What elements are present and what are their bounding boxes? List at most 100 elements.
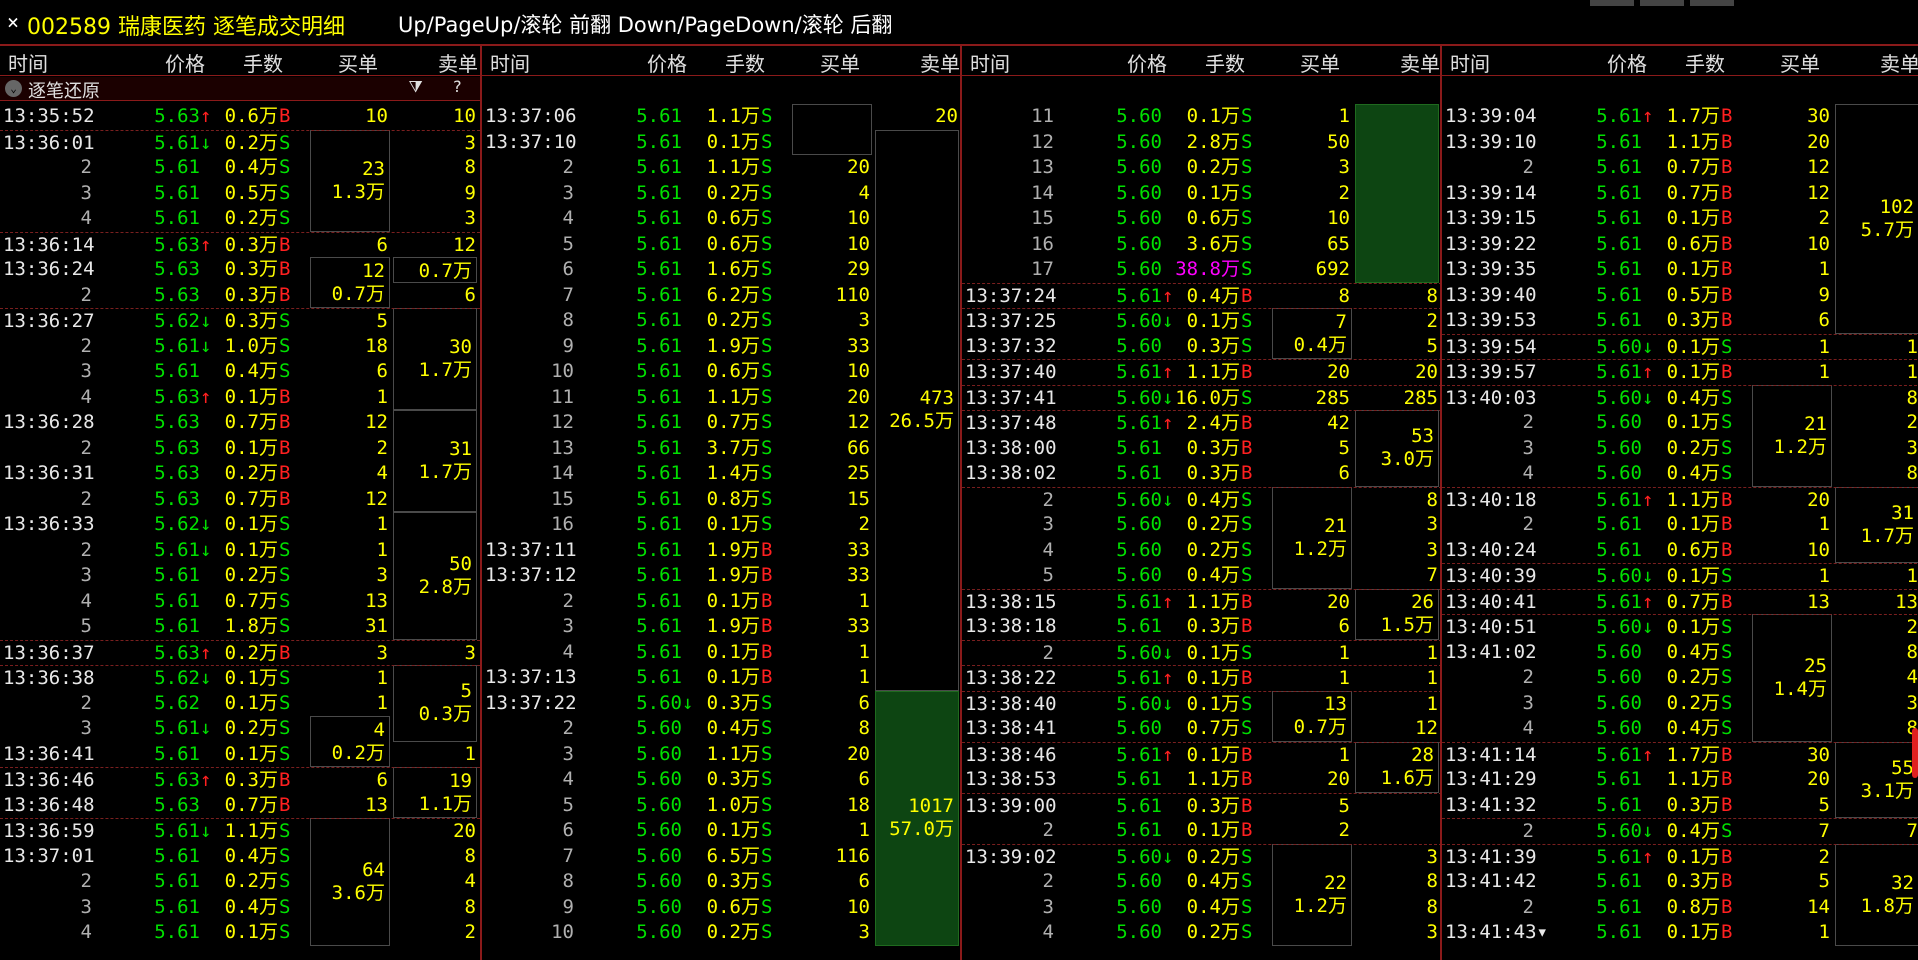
tick-row[interactable]: 13:36:38 5.62 ↓ 0.1万 S 1: [0, 665, 480, 691]
close-icon[interactable]: ×: [7, 10, 19, 34]
tick-row[interactable]: 13:37:06 5.61 1.1万 S 20: [482, 104, 962, 129]
tick-row[interactable]: 13:41:32 5.61 0.3万 B 5: [1442, 793, 1918, 818]
tick-column-3[interactable]: 时间 价格 手数 买单 卖单 7 0.4万 53 3.0万 21 1.2万 26 1.5万 13 0.7万 2…: [960, 46, 1442, 960]
tick-row[interactable]: 13:36:59 5.61 ↓ 1.1万 S 20: [0, 818, 480, 844]
tick-row[interactable]: 13:37:25 5.60 ↓ 0.1万 S 2: [962, 308, 1442, 334]
tick-row[interactable]: 11 5.61 1.1万 S 20: [482, 385, 962, 410]
tick-row[interactable]: 2 5.60 0.1万 S 2: [1442, 410, 1918, 435]
tick-row[interactable]: 2 5.60 ↓ 0.1万 S 1 1: [962, 639, 1442, 666]
tick-row[interactable]: 2 5.61 0.2万 S 4: [0, 869, 480, 894]
window-button-mid[interactable]: [1640, 0, 1684, 6]
tick-row[interactable]: 8 5.60 0.3万 S 6: [482, 869, 962, 894]
tick-row[interactable]: 2 5.60 ↓ 0.4万 S 7 7: [1442, 818, 1918, 844]
tick-row[interactable]: 13:36:24 5.63 0.3万 B: [0, 257, 480, 282]
tick-row[interactable]: 13:36:37 5.63 ↑ 0.2万 B 3 3: [0, 639, 480, 666]
tick-row[interactable]: 3 5.61 0.2万 S 3: [0, 563, 480, 588]
tick-row[interactable]: 13:36:46 5.63 ↑ 0.3万 B 6: [0, 767, 480, 793]
tick-row[interactable]: 16 5.60 3.6万 S 65: [962, 232, 1442, 257]
tick-row[interactable]: 13:37:11 5.61 1.9万 B 33: [482, 538, 962, 563]
tick-row[interactable]: 13:36:14 5.63 ↑ 0.3万 B 6 12: [0, 231, 480, 258]
tick-row[interactable]: 13:37:22 5.60 ↓ 0.3万 S 6: [482, 691, 962, 716]
filter-help-icons[interactable]: ⧩ ?: [408, 77, 472, 97]
tick-column-1[interactable]: 时间 价格 手数 买单 卖单 ⌄ 逐笔还原 ⧩ ? 23 1.3万 12 0.7万 0.7万 30 1.7万…: [0, 46, 480, 960]
tick-row[interactable]: 13:41:02 5.60 0.4万 S 8: [1442, 640, 1918, 665]
tick-row[interactable]: 13:41:39 5.61 ↑ 0.1万 B 2: [1442, 843, 1918, 870]
tick-row[interactable]: 13:37:48 5.61 ↑ 2.4万 B 42: [962, 410, 1442, 436]
tick-row[interactable]: 13:40:03 5.60 ↓ 0.4万 S 8: [1442, 384, 1918, 411]
tick-row[interactable]: 8 5.61 0.2万 S 3: [482, 308, 962, 333]
header-volume[interactable]: 手数: [1205, 48, 1245, 77]
header-price[interactable]: 价格: [1607, 48, 1647, 77]
tick-row[interactable]: 13:36:41 5.61 0.1万 S 1: [0, 742, 480, 767]
tick-row[interactable]: 4 5.61 0.7万 S 13: [0, 589, 480, 614]
tick-row[interactable]: 13:40:39 5.60 ↓ 0.1万 S 1 1: [1442, 563, 1918, 589]
tick-row[interactable]: 13:37:41 5.60 ↓ 16.0万 S 285 285: [962, 384, 1442, 411]
window-button-right[interactable]: [1690, 0, 1734, 6]
tick-row[interactable]: 13:41:43▾ 5.61 0.1万 B 1: [1442, 920, 1918, 945]
tick-row[interactable]: 7 5.61 6.2万 S 110: [482, 283, 962, 308]
tick-row[interactable]: 13:39:10 5.61 1.1万 B 20: [1442, 130, 1918, 155]
tick-row[interactable]: 2 5.61 0.7万 B 12: [1442, 155, 1918, 180]
tick-row[interactable]: 13:41:14 5.61 ↑ 1.7万 B 30: [1442, 741, 1918, 768]
tick-row[interactable]: 4 5.61 0.6万 S 10: [482, 206, 962, 231]
collapse-toggle-icon[interactable]: ⌄: [5, 80, 22, 97]
tick-row[interactable]: 13:39:53 5.61 0.3万 B 6: [1442, 308, 1918, 333]
tick-row[interactable]: 13:37:13 5.61 0.1万 B 1: [482, 665, 962, 690]
tick-row[interactable]: 45.600.4万S8: [1442, 461, 1918, 486]
tick-row[interactable]: 13:39:15 5.61 0.1万 B 2: [1442, 206, 1918, 231]
tick-row[interactable]: 12 5.61 0.7万 S 12: [482, 410, 962, 435]
tick-row[interactable]: 13:37:24 5.61 ↑ 0.4万 B 8 8: [962, 282, 1442, 309]
tick-row[interactable]: 16 5.61 0.1万 S 2: [482, 512, 962, 537]
tick-row[interactable]: 3 5.60 1.1万 S 20: [482, 742, 962, 767]
tick-row[interactable]: 2 5.60 0.2万 S 4: [1442, 665, 1918, 690]
tick-row[interactable]: 4 5.63 ↑ 0.1万 B 1: [0, 385, 480, 410]
tick-row[interactable]: 2 5.63 0.3万 B 6: [0, 283, 480, 308]
tick-row[interactable]: 5 5.60 0.4万 S 7: [962, 563, 1442, 588]
tick-row[interactable]: 4 5.61 0.1万 B 1: [482, 640, 962, 665]
header-price[interactable]: 价格: [647, 48, 687, 77]
tick-row[interactable]: 3 5.61 0.2万 S 4: [482, 181, 962, 206]
header-sell[interactable]: 卖单: [1400, 48, 1440, 77]
tick-row[interactable]: 13:37:10 5.61 0.1万 S: [482, 130, 962, 155]
tick-row[interactable]: 13:40:51 5.60 ↓ 0.1万 S 2: [1442, 614, 1918, 640]
tick-row[interactable]: 13 5.60 0.2万 S 3: [962, 155, 1442, 180]
tick-row[interactable]: 13:39:00 5.61 0.3万 B 5: [962, 792, 1442, 819]
tick-row[interactable]: 13:36:28 5.63 0.7万 B 12: [0, 410, 480, 435]
tick-row[interactable]: 6 5.61 1.6万 S 29: [482, 257, 962, 282]
tick-row[interactable]: 45.600.4万S8: [1442, 716, 1918, 741]
header-volume[interactable]: 手数: [725, 48, 765, 77]
tick-row[interactable]: 13:38:18 5.61 0.3万 B 6: [962, 614, 1442, 639]
tick-row[interactable]: 10 5.61 0.6万 S 10: [482, 359, 962, 384]
tick-row[interactable]: 2 5.63 0.1万 B 2: [0, 436, 480, 461]
tick-row[interactable]: 13:36:01 5.61 ↓ 0.2万 S 3: [0, 129, 480, 156]
tick-row[interactable]: 13 5.61 3.7万 S 66: [482, 436, 962, 461]
tick-row[interactable]: 13:36:33 5.62 ↓ 0.1万 S 1: [0, 512, 480, 537]
tick-row[interactable]: 13:37:32 5.60 0.3万 S 5: [962, 334, 1442, 359]
tick-row[interactable]: 13:39:40 5.61 0.5万 B 9: [1442, 283, 1918, 308]
tick-row[interactable]: 3 5.61 ↓ 0.2万 S: [0, 716, 480, 741]
header-price[interactable]: 价格: [1127, 48, 1167, 77]
tick-row[interactable]: 13:41:42 5.61 0.3万 B 5: [1442, 869, 1918, 894]
tick-row[interactable]: 13:40:18 5.61 ↑ 1.1万 B 20: [1442, 486, 1918, 513]
tick-row[interactable]: 2 5.63 0.7万 B 12: [0, 487, 480, 512]
tick-row[interactable]: 4 5.60 0.2万 S 3: [962, 920, 1442, 945]
tick-row[interactable]: 5 5.61 0.6万 S 10: [482, 232, 962, 257]
tick-row[interactable]: 13:40:24 5.61 0.6万 B 10: [1442, 538, 1918, 563]
tick-row[interactable]: 13:38:22 5.61 ↑ 0.1万 B 1 1: [962, 665, 1442, 691]
header-sell[interactable]: 卖单: [438, 48, 478, 77]
tick-row[interactable]: 13:39:04 5.61 ↑ 1.7万 B 30: [1442, 104, 1918, 129]
tick-row[interactable]: 2 5.60 0.4万 S 8: [962, 869, 1442, 894]
tick-row[interactable]: 4 5.60 0.2万 S 3: [962, 538, 1442, 563]
tick-column-2[interactable]: 时间 价格 手数 买单 卖单 473 26.5万 1017 57.0万 13:37:06 5.61 1…: [480, 46, 962, 960]
tick-row[interactable]: 3 5.61 0.5万 S 9: [0, 181, 480, 206]
tick-row[interactable]: 10 5.60 0.2万 S 3: [482, 920, 962, 945]
header-buy[interactable]: 买单: [1780, 48, 1820, 77]
restore-mode-label[interactable]: 逐笔还原: [28, 77, 100, 103]
tick-row[interactable]: 13:36:31 5.63 0.2万 B 4: [0, 461, 480, 486]
header-sell[interactable]: 卖单: [920, 48, 960, 77]
tick-row[interactable]: 13:39:02 5.60 ↓ 0.2万 S 3: [962, 843, 1442, 870]
tick-row[interactable]: 13:38:40 5.60 ↓ 0.1万 S 1: [962, 690, 1442, 717]
tick-row[interactable]: 13:39:57 5.61 ↑ 0.1万 B 1 1: [1442, 359, 1918, 385]
tick-row[interactable]: 3 5.61 0.4万 S 8: [0, 895, 480, 920]
tick-row[interactable]: 2 5.61 ↓ 0.1万 S 1: [0, 538, 480, 563]
